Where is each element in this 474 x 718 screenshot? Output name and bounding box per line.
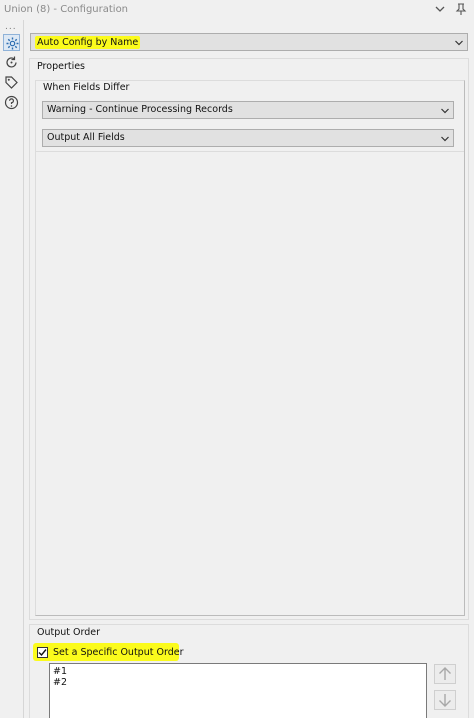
output-fields-select[interactable]: Output All Fields bbox=[42, 129, 454, 147]
specific-order-checkbox[interactable] bbox=[37, 647, 48, 658]
chevron-down-icon[interactable] bbox=[433, 2, 447, 16]
refresh-icon[interactable] bbox=[3, 54, 20, 71]
arrow-up-icon bbox=[439, 667, 451, 680]
chevron-down-icon bbox=[440, 134, 450, 144]
list-item[interactable]: #2 bbox=[53, 677, 67, 688]
output-order-label: Output Order bbox=[37, 627, 101, 638]
properties-content bbox=[35, 80, 465, 616]
tag-icon[interactable] bbox=[3, 74, 20, 91]
chevron-down-icon bbox=[440, 106, 450, 116]
arrow-down-icon bbox=[439, 694, 451, 707]
help-icon[interactable] bbox=[3, 94, 20, 111]
move-down-button[interactable] bbox=[434, 690, 456, 710]
output-order-list[interactable]: #1 #2 bbox=[49, 663, 427, 718]
gear-icon[interactable] bbox=[3, 34, 20, 51]
properties-label: Properties bbox=[37, 61, 86, 72]
pin-icon[interactable] bbox=[454, 2, 468, 16]
specific-order-label[interactable]: Set a Specific Output Order bbox=[53, 647, 183, 658]
window-title: Union (8) - Configuration bbox=[4, 4, 129, 15]
chevron-down-icon bbox=[454, 38, 464, 48]
move-up-button[interactable] bbox=[434, 664, 456, 684]
field-differ-action-select[interactable]: Warning - Continue Processing Records bbox=[42, 101, 454, 119]
config-mode-select[interactable]: Auto Config by Name bbox=[30, 33, 468, 51]
sidebar-overflow[interactable]: ... bbox=[5, 22, 17, 32]
sidebar: ... bbox=[0, 20, 24, 718]
output-fields-value: Output All Fields bbox=[47, 132, 125, 143]
list-item[interactable]: #1 bbox=[53, 666, 67, 677]
config-mode-value: Auto Config by Name bbox=[35, 36, 141, 49]
field-differ-action-value: Warning - Continue Processing Records bbox=[47, 104, 233, 115]
title-bar: Union (8) - Configuration bbox=[0, 0, 474, 20]
